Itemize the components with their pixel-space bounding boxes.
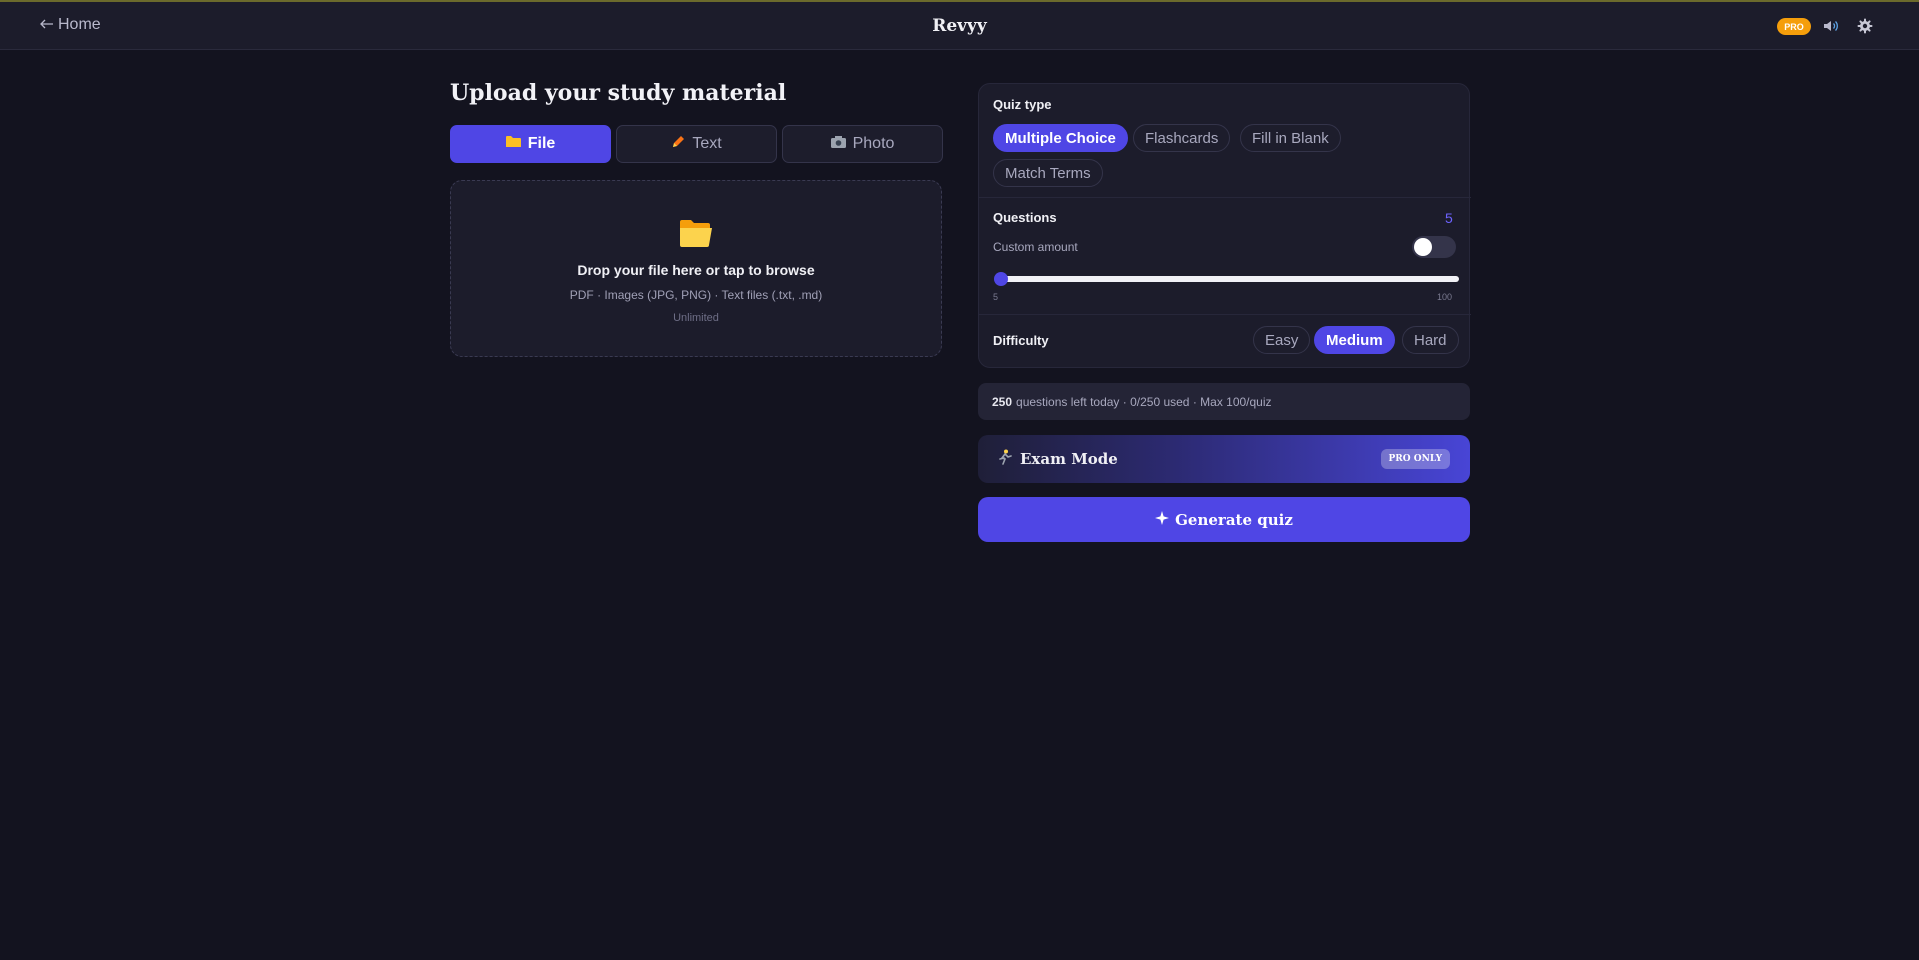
brand-title: Revyy [932,16,987,36]
dropzone-formats: PDF · Images (JPG, PNG) · Text files (.t… [569,288,823,302]
difficulty-hard[interactable]: Hard [1402,326,1459,354]
tab-file[interactable]: File [450,125,611,163]
dropzone-title: Drop your file here or tap to browse [577,262,815,278]
pro-only-badge: PRO ONLY [1380,449,1450,469]
home-back-link[interactable]: Home [40,16,101,34]
home-label: Home [58,16,101,33]
custom-amount-toggle[interactable] [1412,236,1456,258]
dropzone-limit: Unlimited [673,312,719,324]
tab-text[interactable]: Text [616,125,777,163]
slider-max-label: 100 [1437,292,1453,302]
open-folder-icon [679,219,713,252]
upload-title: Upload your study material [450,80,787,106]
divider [979,197,1471,198]
usage-text: questions left today · 0/250 used · Max … [1016,394,1272,409]
pencil-icon [671,135,685,154]
difficulty-medium[interactable]: Medium [1314,326,1395,354]
question-count-slider[interactable] [994,272,1459,286]
difficulty-label: Difficulty [993,333,1049,348]
arrow-left-icon [40,16,54,34]
difficulty-easy[interactable]: Easy [1253,326,1311,354]
quiz-type-fill-in-blank[interactable]: Fill in Blank [1240,124,1341,152]
runner-icon [998,449,1012,470]
quiz-settings-card: Quiz type Multiple Choice Flashcards Fil… [978,83,1471,368]
exam-mode-label: Exam Mode [1020,450,1118,468]
quiz-type-flashcards[interactable]: Flashcards [1133,124,1231,152]
upload-mode-tabs: File Text Photo [450,125,943,163]
camera-icon [830,135,846,153]
divider [979,314,1471,315]
questions-label: Questions [993,210,1057,225]
tab-photo[interactable]: Photo [782,125,943,163]
slider-thumb[interactable] [994,272,1008,286]
quiz-type-match-terms[interactable]: Match Terms [993,159,1103,187]
usage-summary: 250 questions left today · 0/250 used · … [978,383,1470,420]
custom-amount-label: Custom amount [993,240,1078,254]
pro-badge[interactable]: PRO [1777,18,1811,35]
exam-mode-button[interactable]: Exam Mode PRO ONLY [978,435,1470,483]
file-dropzone[interactable]: Drop your file here or tap to browse PDF… [450,180,942,357]
gear-icon[interactable] [1855,16,1875,36]
toggle-knob [1414,238,1432,256]
questions-left-count: 250 [992,394,1013,409]
top-header: Home Revyy PRO [0,2,1919,50]
generate-quiz-button[interactable]: Generate quiz [978,497,1470,542]
folder-icon [505,135,521,153]
sound-icon[interactable] [1821,16,1841,36]
sparkle-icon [1155,510,1170,529]
question-count-value: 5 [1445,210,1453,226]
slider-min-label: 5 [993,292,999,302]
quiz-type-label: Quiz type [993,97,1052,112]
quiz-type-multiple-choice[interactable]: Multiple Choice [993,124,1128,152]
generate-quiz-label: Generate quiz [1175,510,1293,529]
